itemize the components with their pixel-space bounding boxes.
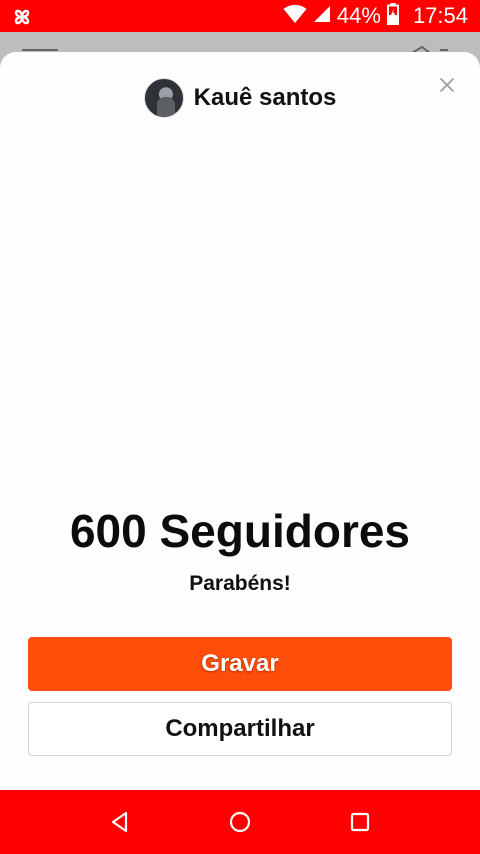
milestone-sheet: Kauê santos 600 Seguidores Parabéns! Gra… [0,52,480,790]
milestone-title: 600 Seguidores [69,505,411,557]
clock: 17:54 [412,3,468,28]
battery-charging-icon [386,2,399,30]
recent-square-icon[interactable] [346,808,374,836]
home-circle-icon[interactable] [226,808,254,836]
avatar [143,78,184,118]
wifi-icon [283,4,307,29]
share-button[interactable]: Compartilhar [28,702,452,756]
navigation-bar [0,790,480,854]
battery-percent: 44% [336,3,381,28]
status-bar: 44% 17:54 [0,0,480,32]
record-button[interactable]: Gravar [28,637,452,691]
signal-icon [313,5,331,28]
sheet-header: Kauê santos [0,76,480,120]
back-triangle-icon[interactable] [106,808,134,836]
close-icon[interactable] [436,74,458,96]
screen: 44% 17:54 Kauê santos 600 Seguidores Par… [0,0,480,854]
user-name: Kauê santos [193,84,337,111]
congrats-message: Parabéns! [189,572,291,595]
pinwheel-icon [10,5,34,29]
